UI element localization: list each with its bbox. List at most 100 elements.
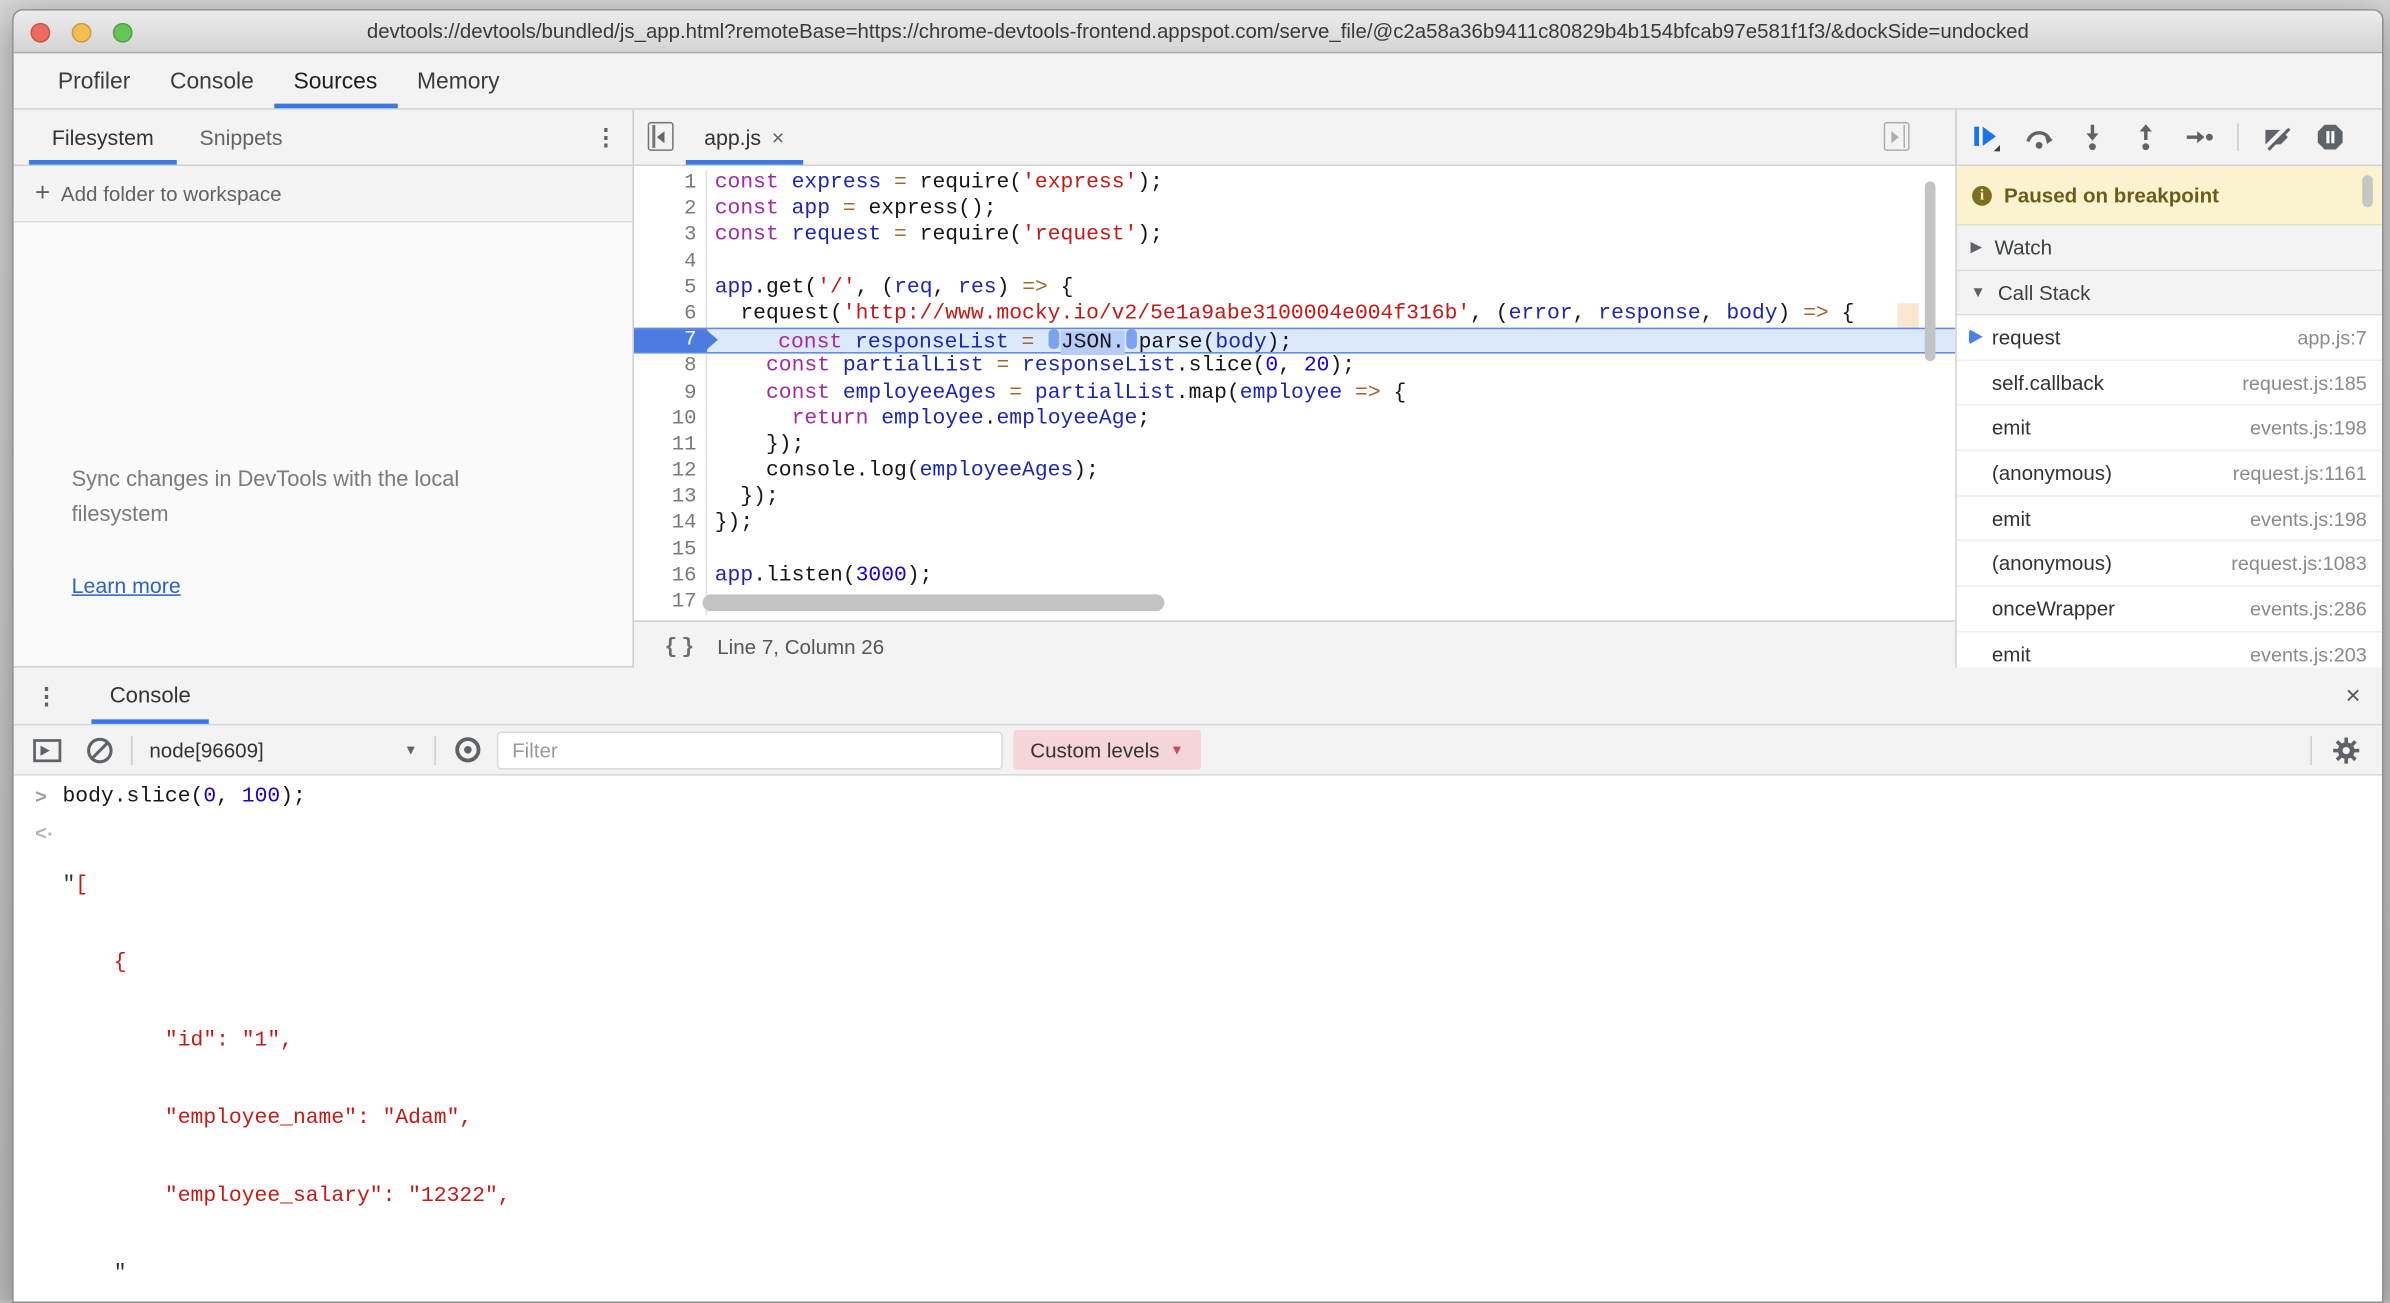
code-text[interactable]: app.get('/', (req, res) => { (707, 275, 1073, 301)
tab-console[interactable]: Console (150, 53, 274, 108)
console-settings-button[interactable] (2330, 735, 2360, 765)
panel-scrollbar[interactable] (2362, 175, 2373, 207)
tab-snippets[interactable]: Snippets (177, 110, 306, 165)
console-filter-input[interactable] (497, 731, 1003, 769)
call-stack-section-header[interactable]: ▼ Call Stack (1957, 271, 2382, 315)
frame-function: (anonymous) (1992, 552, 2112, 575)
frame-location[interactable]: events.js:198 (2250, 416, 2367, 439)
paused-line-number[interactable]: 7 (634, 329, 707, 352)
console-drawer-tab[interactable]: Console (91, 668, 209, 724)
frame-location[interactable]: request.js:185 (2242, 371, 2366, 394)
step-out-button[interactable] (2131, 122, 2161, 152)
code-text[interactable]: const responseList = JSON.parse(body); (707, 329, 1292, 352)
frame-location[interactable]: events.js:198 (2250, 507, 2367, 530)
code-line: 8 const partialList = responseList.slice… (634, 354, 1955, 380)
tab-filesystem[interactable]: Filesystem (29, 110, 177, 165)
call-stack-frame[interactable]: (anonymous) request.js:1161 (1957, 451, 2382, 496)
close-window-button[interactable] (30, 23, 50, 43)
show-console-sidebar-button[interactable] (32, 735, 62, 765)
code-text[interactable]: app.listen(3000); (707, 564, 932, 590)
zoom-window-button[interactable] (113, 23, 133, 43)
line-number[interactable]: 16 (634, 564, 707, 590)
call-stack-frame[interactable]: emit events.js:198 (1957, 406, 2382, 451)
watch-label: Watch (1994, 236, 2052, 259)
code-text[interactable]: }); (707, 511, 753, 537)
code-text[interactable]: const employeeAges = partialList.map(emp… (707, 380, 1406, 406)
step-into-icon (2077, 122, 2107, 152)
pretty-print-icon[interactable]: { } (664, 635, 694, 659)
line-number[interactable]: 9 (634, 380, 707, 406)
code-text[interactable]: const partialList = responseList.slice(0… (707, 354, 1355, 380)
clear-console-button[interactable] (84, 735, 114, 765)
result-text: "[ { "id": "1", "employee_name": "Adam",… (62, 821, 510, 1301)
hide-navigator-icon[interactable] (648, 122, 674, 151)
line-number[interactable]: 11 (634, 433, 707, 459)
frame-location[interactable]: events.js:203 (2250, 643, 2367, 666)
code-text[interactable] (707, 537, 715, 563)
live-expression-button[interactable] (453, 735, 483, 765)
line-number[interactable]: 13 (634, 485, 707, 511)
debugger-panel: i Paused on breakpoint ▶ Watch ▼ Call St… (1955, 166, 2382, 666)
line-number[interactable]: 15 (634, 537, 707, 563)
call-stack-frame[interactable]: emit events.js:198 (1957, 496, 2382, 541)
custom-levels-dropdown[interactable]: Custom levels ▼ (1013, 730, 1200, 770)
line-number[interactable]: 2 (634, 197, 707, 223)
deactivate-breakpoints-button[interactable] (2262, 122, 2292, 152)
close-drawer-icon[interactable]: × (2346, 668, 2361, 724)
code-line-paused[interactable]: 7 const responseList = JSON.parse(body); (634, 328, 1955, 354)
console-messages[interactable]: > body.slice(0, 100); <· "[ { "id": "1",… (14, 776, 2382, 1302)
code-text[interactable]: const app = express(); (707, 197, 996, 223)
code-area[interactable]: 1const express = require('express'); 2co… (634, 166, 1955, 620)
call-stack-frame[interactable]: self.callback request.js:185 (1957, 361, 2382, 406)
code-text[interactable]: request('http://www.mocky.io/v2/5e1a9abe… (707, 302, 1854, 328)
code-text[interactable]: console.log(employeeAges); (707, 459, 1099, 485)
editor-vertical-scrollbar[interactable] (1925, 181, 1936, 361)
show-right-pane-icon[interactable] (1884, 122, 1910, 151)
frame-location[interactable]: request.js:1083 (2231, 552, 2366, 575)
learn-more-link[interactable]: Learn more (72, 573, 181, 597)
add-folder-button[interactable]: + Add folder to workspace (14, 166, 633, 222)
tab-sources[interactable]: Sources (274, 53, 397, 108)
execution-context-selector[interactable]: node[96609] ▼ (149, 738, 417, 761)
toolbar-separator (2237, 123, 2239, 150)
tab-memory[interactable]: Memory (397, 53, 519, 108)
resume-script-button[interactable] (1971, 122, 2001, 152)
code-text[interactable]: const express = require('express'); (707, 171, 1163, 197)
step-button[interactable] (2184, 122, 2214, 152)
editor-horizontal-scrollbar[interactable] (703, 594, 1165, 611)
call-stack-frame[interactable]: onceWrapper events.js:286 (1957, 587, 2382, 632)
step-over-button[interactable] (2024, 122, 2054, 152)
file-tab-appjs[interactable]: app.js × (686, 110, 803, 165)
console-result[interactable]: <· "[ { "id": "1", "employee_name": "Ada… (14, 821, 2382, 1301)
watch-section-header[interactable]: ▶ Watch (1957, 226, 2382, 272)
line-number[interactable]: 1 (634, 171, 707, 197)
code-text[interactable]: return employee.employeeAge; (707, 406, 1150, 432)
code-text[interactable]: const request = require('request'); (707, 223, 1163, 249)
line-number[interactable]: 5 (634, 275, 707, 301)
line-number[interactable]: 17 (634, 590, 707, 616)
code-text[interactable] (707, 249, 715, 275)
pause-on-exceptions-button[interactable] (2315, 122, 2345, 152)
line-number[interactable]: 6 (634, 302, 707, 328)
frame-location[interactable]: events.js:286 (2250, 597, 2367, 620)
step-into-button[interactable] (2077, 122, 2107, 152)
line-number[interactable]: 10 (634, 406, 707, 432)
call-stack-frame[interactable]: request app.js:7 (1957, 315, 2382, 360)
console-command[interactable]: > body.slice(0, 100); (14, 785, 2382, 811)
drawer-more-options-icon[interactable]: ⋮ (35, 668, 56, 724)
frame-location[interactable]: app.js:7 (2297, 326, 2366, 349)
code-text[interactable]: }); (707, 485, 779, 511)
line-number[interactable]: 4 (634, 249, 707, 275)
call-stack-frame[interactable]: (anonymous) request.js:1083 (1957, 542, 2382, 587)
frame-location[interactable]: request.js:1161 (2233, 462, 2367, 485)
close-file-icon[interactable]: × (772, 125, 784, 149)
line-number[interactable]: 3 (634, 223, 707, 249)
code-text[interactable]: }); (707, 433, 804, 459)
navigator-more-options-icon[interactable]: ⋮ (594, 110, 617, 165)
line-number[interactable]: 8 (634, 354, 707, 380)
tab-profiler[interactable]: Profiler (38, 53, 150, 108)
code-line: 2const app = express(); (634, 197, 1955, 223)
minimize-window-button[interactable] (72, 23, 92, 43)
line-number[interactable]: 14 (634, 511, 707, 537)
line-number[interactable]: 12 (634, 459, 707, 485)
